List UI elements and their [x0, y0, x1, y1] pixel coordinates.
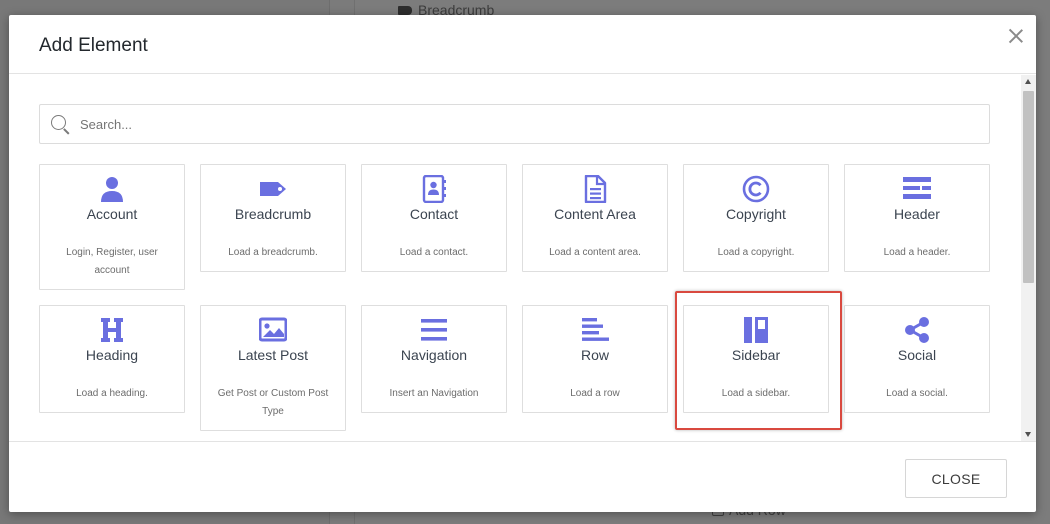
element-card-title: Copyright [726, 206, 786, 222]
header-layout-icon [903, 175, 931, 203]
element-card-title: Heading [85, 347, 139, 363]
element-card-title: Breadcrumb [234, 206, 312, 222]
user-icon [98, 175, 126, 203]
element-card-description: Load a heading. [76, 388, 148, 399]
modal-title: Add Element [39, 35, 148, 56]
element-card-title: Header [894, 206, 940, 222]
element-card-heading[interactable]: Heading Load a heading. [39, 305, 185, 413]
scrollbar-thumb[interactable] [1023, 91, 1034, 283]
close-button[interactable]: CLOSE [905, 459, 1007, 498]
element-card-row[interactable]: Row Load a row [522, 305, 668, 413]
close-icon[interactable] [1008, 28, 1024, 44]
scroll-down-arrow-icon[interactable] [1025, 432, 1031, 437]
element-card-title: Sidebar [731, 347, 781, 363]
element-card-account[interactable]: Account Login, Register, user account [39, 164, 185, 290]
element-card-description: Load a sidebar. [721, 388, 791, 399]
align-left-icon [581, 316, 609, 344]
element-card-copyright[interactable]: Copyright Load a copyright. [683, 164, 829, 272]
modal-header: Add Element [9, 15, 1036, 74]
element-card-description: Load a header. [883, 247, 951, 258]
element-card-header[interactable]: Header Load a header. [844, 164, 990, 272]
element-card-latest-post[interactable]: Latest Post Get Post or Custom Post Type [200, 305, 346, 431]
element-card-title: Social [897, 347, 937, 363]
element-card-title: Content Area [554, 206, 636, 222]
copyright-icon [742, 175, 770, 203]
element-card-breadcrumb[interactable]: Breadcrumb Load a breadcrumb. [200, 164, 346, 272]
element-card-description: Insert an Navigation [389, 388, 479, 399]
element-card-description: Get Post or Custom Post Type [217, 388, 329, 417]
element-card-description: Load a contact. [399, 247, 469, 258]
element-card-sidebar[interactable]: Sidebar Load a sidebar. [683, 305, 829, 413]
search-icon [50, 114, 70, 134]
add-element-modal: Add Element Account Login, Register, user… [9, 15, 1036, 512]
element-card-description: Load a breadcrumb. [228, 247, 318, 258]
search-box[interactable] [39, 104, 990, 144]
element-card-description: Load a social. [886, 388, 948, 399]
heading-h-icon [98, 316, 126, 344]
element-card-contact[interactable]: Contact Load a contact. [361, 164, 507, 272]
tag-icon [398, 5, 412, 15]
element-card-content-area[interactable]: Content Area Load a content area. [522, 164, 668, 272]
search-input[interactable] [80, 116, 960, 132]
sidebar-layout-icon [742, 316, 770, 344]
tag-icon [259, 175, 287, 203]
element-card-description: Login, Register, user account [66, 247, 158, 276]
image-icon [258, 316, 288, 344]
vertical-scrollbar[interactable] [1021, 75, 1036, 441]
element-card-title: Contact [409, 206, 459, 222]
contact-book-icon [420, 174, 448, 204]
document-icon [581, 174, 609, 204]
element-card-navigation[interactable]: Navigation Insert an Navigation [361, 305, 507, 413]
modal-body: Account Login, Register, user account Brea… [9, 75, 1036, 441]
element-card-description: Load a row [570, 388, 620, 399]
scroll-up-arrow-icon[interactable] [1025, 79, 1031, 84]
modal-footer: CLOSE [9, 441, 1036, 512]
element-card-description: Load a content area. [549, 247, 641, 258]
menu-bars-icon [420, 316, 448, 344]
element-card-title: Account [86, 206, 138, 222]
element-card-title: Latest Post [237, 347, 309, 363]
element-card-description: Load a copyright. [717, 247, 795, 258]
element-card-title: Row [580, 347, 609, 363]
share-icon [903, 316, 931, 344]
element-card-social[interactable]: Social Load a social. [844, 305, 990, 413]
element-card-title: Navigation [400, 347, 468, 363]
